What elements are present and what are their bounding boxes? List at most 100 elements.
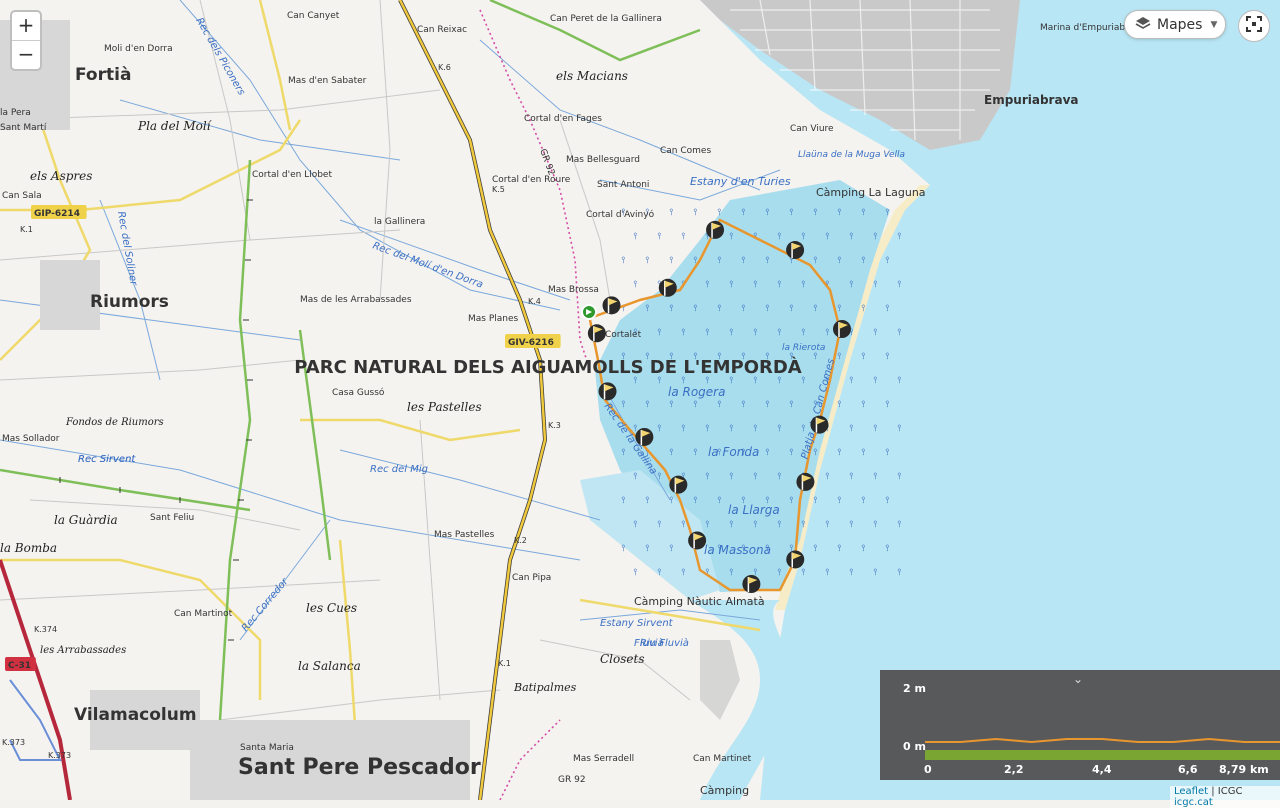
marsh-symbol: ⫯ — [682, 424, 686, 434]
marsh-symbol: ⫯ — [670, 304, 674, 314]
zoom-in-button[interactable]: + — [12, 12, 40, 40]
waypoint-flag-icon[interactable] — [706, 220, 725, 239]
waypoint-flag-icon[interactable] — [598, 382, 617, 401]
marsh-symbol: ⫯ — [862, 496, 866, 506]
map-label: Moli d'en Dorra — [104, 44, 173, 54]
map-label: Cortal d'Avinyó — [586, 209, 655, 220]
marsh-symbol: ⫯ — [898, 472, 902, 482]
marsh-symbol: ⫯ — [622, 256, 626, 266]
marsh-symbol: ⫯ — [730, 232, 734, 242]
marsh-symbol: ⫯ — [646, 304, 650, 314]
map-label: Càmping La Laguna — [816, 186, 926, 199]
marsh-symbol: ⫯ — [814, 208, 818, 218]
marsh-symbol: ⫯ — [814, 496, 818, 506]
marsh-symbol: ⫯ — [646, 496, 650, 506]
marsh-symbol: ⫯ — [766, 448, 770, 458]
marsh-symbol: ⫯ — [694, 496, 698, 506]
map-label: Batipalmes — [513, 681, 577, 694]
marsh-symbol: ⫯ — [670, 544, 674, 554]
marsh-symbol: ⫯ — [646, 400, 650, 410]
marsh-symbol: ⫯ — [850, 568, 854, 578]
map-label: Pla del Molí — [137, 119, 213, 133]
waypoint-flag-icon[interactable] — [742, 575, 761, 593]
marsh-symbol: ⫯ — [802, 424, 806, 434]
marsh-symbol: ⫯ — [850, 472, 854, 482]
marsh-symbol: ⫯ — [634, 568, 638, 578]
waypoint-flag-icon[interactable] — [810, 415, 829, 434]
marsh-symbol: ⫯ — [826, 520, 830, 530]
map-label: Mas Planes — [468, 314, 519, 324]
map-label: Can Comes — [660, 146, 711, 156]
map-label: Can Peret de la Gallinera — [550, 14, 662, 24]
waypoint-flag-icon[interactable] — [602, 296, 621, 315]
marsh-symbol: ⫯ — [874, 424, 878, 434]
waypoint-flag-icon[interactable] — [658, 278, 677, 297]
map-label: la Rogera — [668, 385, 725, 399]
map-label: Cortal d'en Llobet — [252, 170, 332, 180]
marsh-symbol: ⫯ — [754, 424, 758, 434]
park-name-label: PARC NATURAL DELS AIGUAMOLLS DE L'EMPORD… — [294, 356, 802, 378]
marsh-symbol: ⫯ — [898, 424, 902, 434]
map-label: K.4 — [528, 297, 541, 306]
marsh-symbol: ⫯ — [706, 424, 710, 434]
map-label: Can Viure — [790, 124, 834, 134]
map-label: Llaüna de la Muga Vella — [798, 150, 905, 160]
marsh-symbol: ⫯ — [694, 208, 698, 218]
marsh-symbol: ⫯ — [886, 208, 890, 218]
marsh-symbol: ⫯ — [778, 568, 782, 578]
marsh-symbol: ⫯ — [874, 568, 878, 578]
layers-selector[interactable]: Mapes ▼ — [1124, 10, 1226, 39]
waypoint-flag-icon[interactable] — [688, 531, 707, 550]
marsh-symbol: ⫯ — [718, 400, 722, 410]
marsh-symbol: ⫯ — [862, 208, 866, 218]
marsh-symbol: ⫯ — [838, 496, 842, 506]
zoom-control: + − — [10, 10, 42, 71]
marsh-symbol: ⫯ — [802, 520, 806, 530]
marsh-symbol: ⫯ — [886, 544, 890, 554]
marsh-symbol: ⫯ — [814, 304, 818, 314]
marsh-symbol: ⫯ — [874, 280, 878, 290]
map-label: les Arrabassades — [40, 645, 126, 656]
marsh-symbol: ⫯ — [634, 520, 638, 530]
map-label: Fondos de Riumors — [65, 417, 164, 428]
marsh-symbol: ⫯ — [694, 448, 698, 458]
marsh-symbol: ⫯ — [730, 520, 734, 530]
zoom-out-button[interactable]: − — [12, 40, 40, 69]
map-label: Mas Brossa — [548, 285, 599, 295]
map-label: Cortalet — [605, 330, 642, 340]
marsh-symbol: ⫯ — [730, 424, 734, 434]
waypoint-flag-icon[interactable] — [833, 319, 852, 338]
marsh-symbol: ⫯ — [646, 544, 650, 554]
map-label: Can Reixac — [417, 25, 467, 35]
marsh-symbol: ⫯ — [802, 280, 806, 290]
waypoint-flag-icon[interactable] — [786, 241, 805, 260]
waypoint-flag-icon[interactable] — [669, 475, 688, 494]
waypoint-flag-icon[interactable] — [796, 472, 815, 491]
fullscreen-button[interactable] — [1238, 10, 1270, 42]
waypoint-flag-icon[interactable] — [635, 427, 654, 446]
map-label: la Llarga — [728, 503, 780, 517]
marsh-symbol: ⫯ — [898, 520, 902, 530]
marsh-symbol: ⫯ — [826, 328, 830, 338]
marsh-symbol: ⫯ — [670, 448, 674, 458]
map-label: Can Pipa — [512, 573, 551, 583]
marsh-symbol: ⫯ — [874, 472, 878, 482]
leaflet-link[interactable]: Leaflet — [1174, 786, 1208, 797]
map-attribution: Leaflet | ICGC icgc.cat — [1170, 786, 1280, 808]
waypoint-flag-icon[interactable] — [587, 324, 606, 343]
map-label: Riumors — [90, 292, 169, 312]
icgc-link[interactable]: icgc.cat — [1174, 797, 1213, 808]
marsh-symbol: ⫯ — [790, 400, 794, 410]
marsh-symbol: ⫯ — [790, 208, 794, 218]
map-label: Rec del Mig — [370, 464, 428, 475]
marsh-symbol: ⫯ — [742, 304, 746, 314]
map-label: Estany Sirvent — [600, 618, 674, 629]
map-label: Càmping Nàutic Almatà — [634, 595, 765, 608]
marsh-symbol: ⫯ — [706, 472, 710, 482]
waypoint-flag-icon[interactable] — [786, 550, 805, 569]
marsh-symbol: ⫯ — [766, 256, 770, 266]
marsh-symbol: ⫯ — [718, 256, 722, 266]
marsh-symbol: ⫯ — [718, 496, 722, 506]
marsh-symbol: ⫯ — [634, 280, 638, 290]
marsh-symbol: ⫯ — [862, 304, 866, 314]
